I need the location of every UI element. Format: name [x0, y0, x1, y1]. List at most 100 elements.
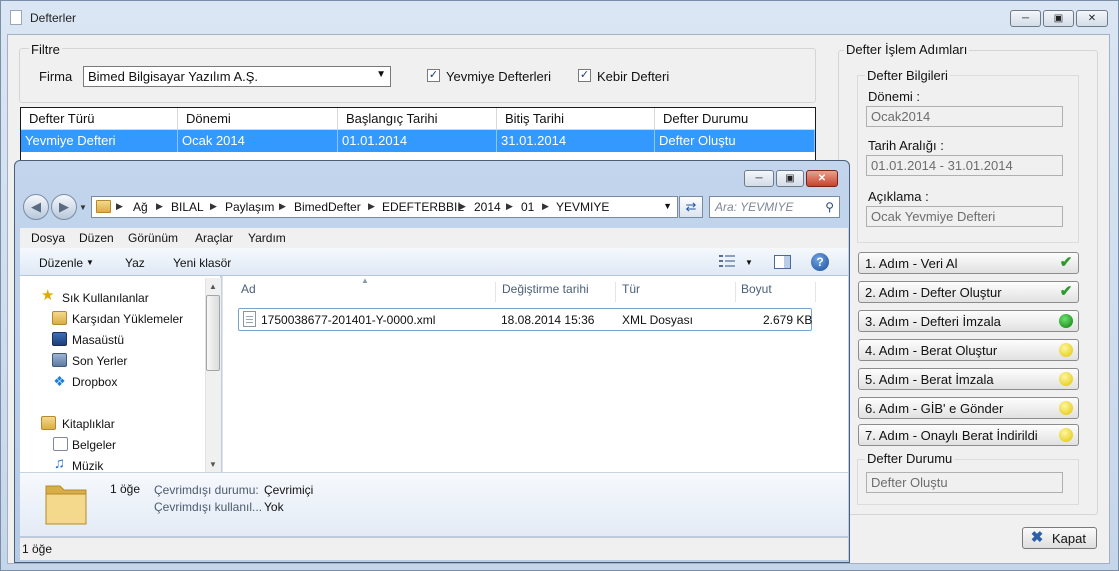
column-header-type[interactable]: Tür [617, 282, 736, 302]
back-button[interactable]: ◀ [23, 194, 49, 220]
chevron-right-icon: ▶ [156, 201, 163, 211]
breadcrumb-item[interactable]: Paylaşım [225, 200, 274, 214]
column-header-modified[interactable]: Değiştirme tarihi [497, 282, 616, 302]
filter-group-title: Filtre [29, 42, 62, 57]
chevron-right-icon: ▶ [210, 201, 217, 211]
preview-pane-icon[interactable] [774, 255, 791, 269]
column-header-durum[interactable]: Defter Durumu [655, 108, 815, 130]
file-modified: 18.08.2014 15:36 [501, 313, 595, 327]
recent-places-icon [52, 353, 67, 367]
scroll-down-icon[interactable]: ▼ [209, 460, 217, 469]
step-1-veri-al-button[interactable]: 1. Adım - Veri Al ✔ [858, 252, 1079, 274]
step-7-onayli-berat-button[interactable]: 7. Adım - Onaylı Berat İndirildi [858, 424, 1079, 446]
breadcrumb-item[interactable]: BimedDefter [294, 200, 361, 214]
address-dropdown-icon[interactable]: ▼ [663, 201, 672, 211]
print-button[interactable]: Yaz [125, 256, 145, 270]
nav-item-dropbox[interactable]: Dropbox [72, 375, 117, 389]
dropdown-arrow-icon: ▼ [376, 69, 386, 80]
search-input[interactable]: Ara: YEVMIYE ⚲ [709, 196, 840, 218]
column-header-bitis[interactable]: Bitiş Tarihi [497, 108, 655, 130]
column-header-donemi[interactable]: Dönemi [178, 108, 338, 130]
refresh-icon: ⇄ [685, 199, 697, 214]
file-name: 1750038677-201401-Y-0000.xml [261, 313, 436, 327]
step-2-defter-olustur-button[interactable]: 2. Adım - Defter Oluştur ✔ [858, 281, 1079, 303]
chevron-right-icon: ▶ [459, 201, 466, 211]
nav-item-music[interactable]: Müzik [72, 459, 103, 473]
column-header-size[interactable]: Boyut [736, 282, 816, 302]
menu-gorunum[interactable]: Görünüm [128, 231, 178, 245]
table-cell[interactable]: Ocak 2014 [178, 130, 338, 152]
nav-item-recent[interactable]: Son Yerler [72, 354, 127, 368]
nav-item-libraries[interactable]: Kitaplıklar [62, 417, 115, 431]
chevron-right-icon: ▶ [368, 201, 375, 211]
column-header-name[interactable]: Ad [236, 282, 496, 302]
table-cell[interactable]: 31.01.2014 [497, 130, 655, 152]
new-folder-button[interactable]: Yeni klasör [173, 256, 231, 270]
defter-info-title: Defter Bilgileri [865, 68, 950, 83]
column-header-defter-turu[interactable]: Defter Türü [21, 108, 178, 130]
firma-select-value: Bimed Bilgisayar Yazılım A.Ş. [88, 69, 259, 84]
aciklama-field: Ocak Yevmiye Defteri [866, 206, 1063, 227]
organize-button[interactable]: Düzenle [39, 256, 83, 270]
minimize-button[interactable]: ─ [1010, 10, 1041, 27]
status-bar [20, 537, 848, 560]
explorer-close-button[interactable]: ✕ [806, 170, 838, 187]
minimize-icon: ─ [755, 173, 763, 184]
documents-icon [53, 437, 68, 451]
defter-grid: Defter Türü Dönemi Başlangıç Tarihi Biti… [20, 107, 816, 163]
desktop-icon [52, 332, 67, 346]
breadcrumb-item[interactable]: YEVMIYE [556, 200, 609, 214]
menu-yardim[interactable]: Yardım [248, 231, 286, 245]
maximize-button[interactable]: ▣ [1043, 10, 1074, 27]
table-cell[interactable]: 01.01.2014 [338, 130, 497, 152]
offline-availability-label: Çevrimdışı kullanıl... [154, 500, 263, 514]
green-dot-icon [1059, 314, 1073, 328]
yevmiye-checkbox[interactable]: ✓ [427, 69, 440, 82]
menu-araclar[interactable]: Araçlar [195, 231, 233, 245]
step-3-defteri-imzala-button[interactable]: 3. Adım - Defteri İmzala [858, 310, 1079, 332]
step-5-berat-imzala-button[interactable]: 5. Adım - Berat İmzala [858, 368, 1079, 390]
kapat-button[interactable]: ✖ Kapat [1022, 527, 1097, 549]
nav-item-desktop[interactable]: Masaüstü [72, 333, 124, 347]
refresh-button[interactable]: ⇄ [679, 196, 703, 218]
yellow-dot-icon [1059, 401, 1073, 415]
forward-button[interactable]: ▶ [51, 194, 77, 220]
menu-duzen[interactable]: Düzen [79, 231, 114, 245]
check-icon: ✔ [1059, 283, 1073, 300]
table-cell[interactable]: Defter Oluştu [655, 130, 815, 152]
breadcrumb-item[interactable]: EDEFTERBBIL [382, 200, 464, 214]
step-label: 3. Adım - Defteri İmzala [865, 314, 1001, 329]
chevron-down-icon[interactable]: ▼ [745, 258, 753, 267]
nav-item-favorites[interactable]: Sık Kullanılanlar [62, 291, 149, 305]
recent-pages-dropdown[interactable]: ▼ [79, 203, 87, 212]
help-icon[interactable]: ? [811, 253, 829, 271]
table-cell[interactable]: Yevmiye Defteri [21, 130, 178, 152]
close-window-button[interactable]: ✕ [1076, 10, 1108, 27]
breadcrumb-item[interactable]: BILAL [171, 200, 204, 214]
scrollbar-thumb[interactable] [206, 295, 220, 371]
menu-dosya[interactable]: Dosya [31, 231, 65, 245]
details-count: 1 öğe [110, 482, 141, 496]
status-text: 1 öğe [22, 542, 53, 556]
nav-item-documents[interactable]: Belgeler [72, 438, 116, 452]
breadcrumb-item[interactable]: 01 [521, 200, 534, 214]
view-options-icon[interactable] [719, 255, 735, 268]
column-header-baslangic[interactable]: Başlangıç Tarihi [338, 108, 497, 130]
defter-durumu-title: Defter Durumu [865, 451, 955, 466]
nav-item-downloads[interactable]: Karşıdan Yüklemeler [72, 312, 183, 326]
firma-select[interactable]: Bimed Bilgisayar Yazılım A.Ş. ▼ [83, 66, 391, 87]
scroll-up-icon[interactable]: ▲ [209, 282, 217, 291]
breadcrumb-item[interactable]: Ağ [133, 200, 148, 214]
address-bar[interactable]: ▶ Ağ ▶ BILAL ▶ Paylaşım ▶ BimedDefter ▶ … [91, 196, 678, 218]
chevron-right-icon: ▶ [116, 201, 123, 211]
chevron-right-icon: ▶ [279, 201, 286, 211]
breadcrumb-item[interactable]: 2014 [474, 200, 501, 214]
explorer-minimize-button[interactable]: ─ [744, 170, 774, 187]
step-6-gib-gonder-button[interactable]: 6. Adım - GİB' e Gönder [858, 397, 1079, 419]
kebir-checkbox[interactable]: ✓ [578, 69, 591, 82]
yellow-dot-icon [1059, 372, 1073, 386]
maximize-icon: ▣ [785, 173, 795, 184]
explorer-maximize-button[interactable]: ▣ [776, 170, 804, 187]
step-4-berat-olustur-button[interactable]: 4. Adım - Berat Oluştur [858, 339, 1079, 361]
close-icon: ✕ [1087, 13, 1097, 24]
